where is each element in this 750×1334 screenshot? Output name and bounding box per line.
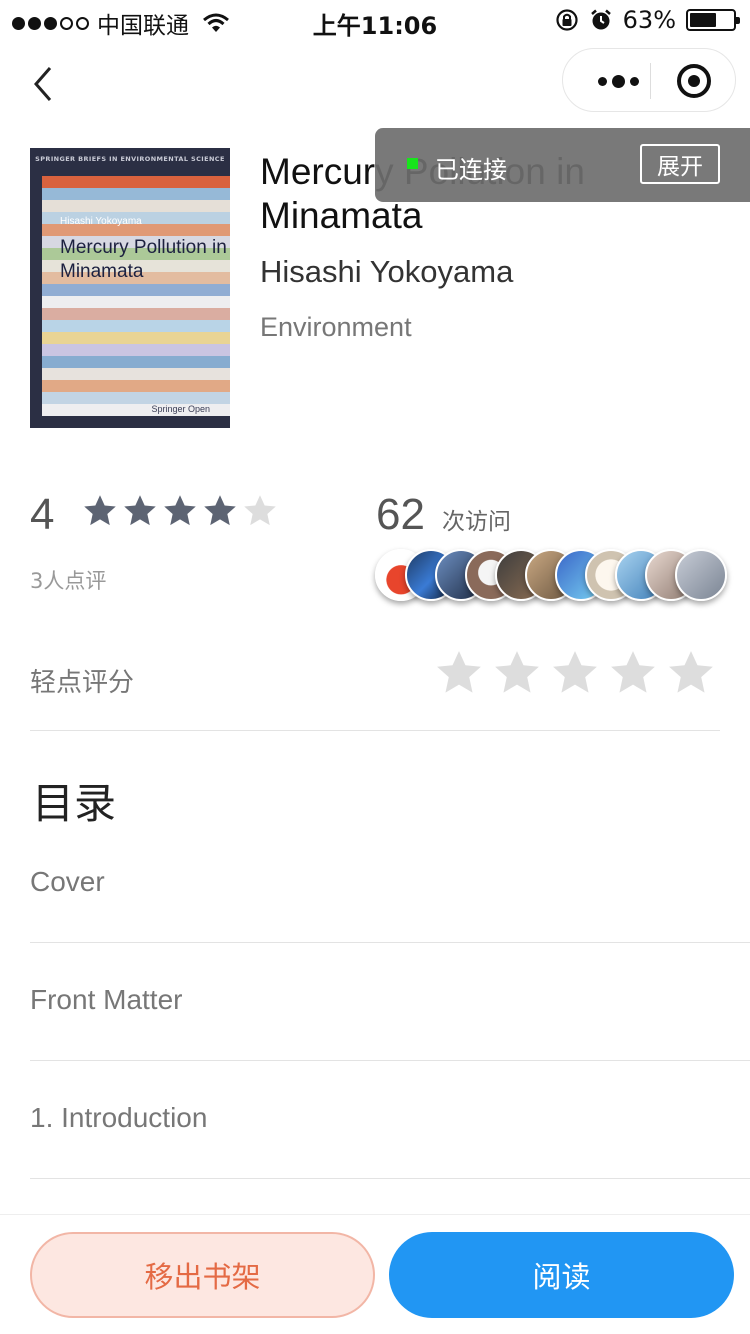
alarm-icon	[590, 9, 611, 30]
cover-title: Mercury Pollution in Minamata	[60, 237, 227, 282]
battery-icon	[686, 9, 740, 31]
visit-count: 62	[376, 490, 425, 539]
visit-count-label: 次访问	[442, 509, 511, 535]
close-mini-program-button[interactable]	[661, 49, 727, 113]
star-empty-icon	[437, 651, 481, 693]
visitor-avatar	[675, 549, 727, 601]
cover-stripes	[42, 176, 230, 428]
bottom-action-bar: 移出书架 阅读	[0, 1214, 750, 1334]
cover-publisher: Springer Open	[151, 404, 210, 414]
rate-star-button[interactable]	[608, 648, 658, 702]
rating-stars-display	[82, 493, 278, 529]
book-author: Hisashi Yokoyama	[260, 254, 514, 289]
back-button[interactable]	[28, 62, 64, 106]
toc-divider	[30, 942, 750, 943]
toc-item[interactable]: 1. Introduction	[30, 1102, 207, 1134]
tap-to-rate-label: 轻点评分	[30, 668, 135, 698]
battery-percent: 63%	[622, 6, 676, 34]
cover-author: Hisashi Yokoyama	[60, 216, 142, 227]
read-button[interactable]: 阅读	[389, 1232, 734, 1318]
toc-item[interactable]: Front Matter	[30, 984, 182, 1016]
connected-indicator-icon	[407, 158, 418, 169]
mini-program-capsule	[562, 48, 736, 112]
more-dots-icon	[629, 76, 639, 86]
status-bar: 中国联通 上午11:06 63%	[0, 0, 750, 40]
more-dots-icon	[611, 74, 625, 88]
cover-series: SPRINGER BRIEFS IN ENVIRONMENTAL SCIENCE	[35, 155, 225, 163]
rater-count: 3人点评	[30, 569, 107, 593]
battery-fill	[690, 13, 717, 27]
more-button[interactable]	[585, 49, 651, 113]
book-category: Environment	[260, 312, 412, 342]
toc-divider	[30, 1178, 750, 1179]
star-empty-icon	[244, 495, 276, 526]
star-empty-icon	[611, 651, 655, 693]
rate-star-button[interactable]	[492, 648, 542, 702]
toc-title: 目录	[32, 779, 117, 828]
rotation-lock-icon	[556, 9, 578, 31]
star-filled-icon	[84, 495, 116, 526]
star-filled-icon	[204, 495, 236, 526]
capsule-divider	[650, 63, 651, 99]
star-filled-icon	[124, 495, 156, 526]
star-empty-icon	[553, 651, 597, 693]
tap-to-rate-stars	[434, 648, 716, 702]
target-close-icon	[677, 64, 711, 98]
rate-star-button[interactable]	[434, 648, 484, 702]
status-bar-right: 63%	[555, 6, 740, 34]
book-cover: SPRINGER BRIEFS IN ENVIRONMENTAL SCIENCE…	[30, 148, 230, 428]
expand-button[interactable]: 展开	[640, 144, 720, 184]
star-empty-icon	[495, 651, 539, 693]
more-dots-icon	[597, 76, 607, 86]
toc-item[interactable]: Cover	[30, 866, 105, 898]
rate-star-button[interactable]	[550, 648, 600, 702]
connection-status-label: 已连接	[435, 156, 507, 184]
star-filled-icon	[164, 495, 196, 526]
rating-score: 4	[30, 490, 55, 539]
remove-from-shelf-button[interactable]: 移出书架	[30, 1232, 375, 1318]
chevron-left-icon	[34, 67, 52, 101]
section-divider	[30, 730, 720, 731]
toc-divider	[30, 1060, 750, 1061]
connection-status-overlay: 已连接 展开	[375, 128, 750, 202]
star-empty-icon	[669, 651, 713, 693]
rate-star-button[interactable]	[666, 648, 716, 702]
